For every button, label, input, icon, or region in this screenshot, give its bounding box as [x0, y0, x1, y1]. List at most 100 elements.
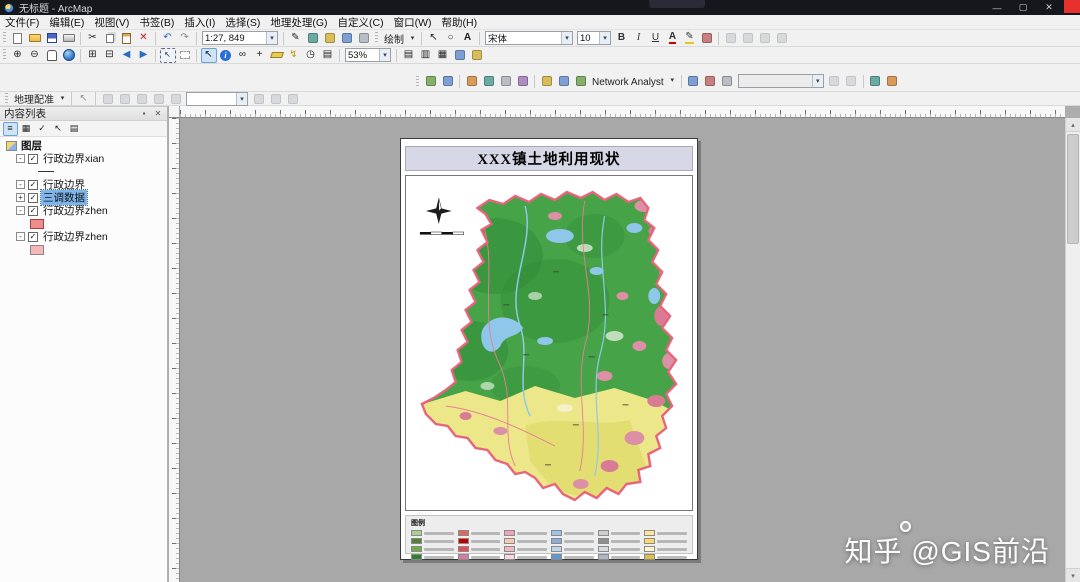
font-family-input[interactable]: [488, 32, 559, 44]
toggle-draft-mode-icon[interactable]: ▦: [435, 48, 451, 63]
menu-customize[interactable]: 自定义(C): [333, 15, 389, 30]
open-folder-icon[interactable]: [27, 31, 43, 46]
zoom-whole-page-icon[interactable]: ▤: [401, 48, 417, 63]
draw-toolbar-label[interactable]: 绘制: [381, 31, 407, 46]
georef-tool-icon[interactable]: [100, 91, 116, 106]
georef-layer-combo[interactable]: ▾: [186, 91, 248, 106]
chevron-down-icon[interactable]: ▾: [561, 32, 572, 44]
identify-icon[interactable]: i: [218, 48, 234, 63]
analysis-tool-icon[interactable]: [440, 73, 456, 88]
order-tool-icon[interactable]: [774, 31, 790, 46]
save-icon[interactable]: [44, 31, 60, 46]
pan-icon[interactable]: [44, 48, 60, 63]
font-size-combo[interactable]: ▾: [577, 31, 611, 45]
analysis-tool-icon[interactable]: [867, 73, 883, 88]
network-tool-icon[interactable]: [719, 73, 735, 88]
layer-checkbox[interactable]: ✓: [28, 192, 38, 203]
menu-help[interactable]: 帮助(H): [437, 15, 483, 30]
network-tool-icon[interactable]: [843, 73, 859, 88]
back-extent-icon[interactable]: ◀: [119, 48, 135, 63]
georef-tool-icon[interactable]: [168, 91, 184, 106]
network-tool-icon[interactable]: [702, 73, 718, 88]
viewer-window-icon[interactable]: ▤: [320, 48, 336, 63]
toc-layer-row[interactable]: - ✓ 行政边界zhen: [0, 204, 167, 217]
network-dataset-input[interactable]: [740, 75, 810, 87]
attributes-tool-icon[interactable]: [339, 31, 355, 46]
chevron-down-icon[interactable]: ▾: [408, 31, 418, 46]
align-tool-icon[interactable]: [723, 31, 739, 46]
sketch-tool-icon[interactable]: [356, 31, 372, 46]
chevron-down-icon[interactable]: ▾: [266, 32, 277, 44]
layer-symbol-row[interactable]: [0, 243, 167, 256]
list-by-visibility-icon[interactable]: ✓: [35, 122, 50, 136]
font-size-input[interactable]: [580, 32, 597, 44]
scrollbar-thumb[interactable]: [1067, 134, 1079, 244]
editor-tool-icon[interactable]: [305, 31, 321, 46]
toc-layer-row[interactable]: - ✓ 行政边界xian: [0, 152, 167, 165]
analysis-tool-icon[interactable]: [573, 73, 589, 88]
analysis-tool-icon[interactable]: [423, 73, 439, 88]
delete-icon[interactable]: ✕: [136, 31, 152, 46]
panel-close-icon[interactable]: ✕: [151, 108, 165, 120]
list-by-drawing-order-icon[interactable]: ≡: [2, 121, 18, 136]
analysis-tool-icon[interactable]: [481, 73, 497, 88]
menu-edit[interactable]: 编辑(E): [44, 15, 89, 30]
close-button[interactable]: ✕: [1036, 0, 1062, 15]
chevron-down-icon[interactable]: ▾: [379, 49, 390, 61]
menu-window[interactable]: 窗口(W): [389, 15, 437, 30]
list-by-source-icon[interactable]: ▦: [19, 122, 34, 136]
minimize-button[interactable]: —: [984, 0, 1010, 15]
change-layout-icon[interactable]: [469, 48, 485, 63]
chevron-down-icon[interactable]: ▾: [667, 73, 677, 88]
paste-icon[interactable]: [119, 31, 135, 46]
find-icon[interactable]: ∞: [235, 48, 251, 63]
layout-zoom-input[interactable]: [348, 49, 377, 61]
network-dataset-combo[interactable]: ▾: [737, 74, 824, 88]
new-document-icon[interactable]: [10, 31, 26, 46]
layout-page[interactable]: XXX镇土地利用现状 图例: [400, 138, 698, 560]
go-to-xy-icon[interactable]: +: [252, 48, 268, 63]
print-icon[interactable]: [61, 31, 77, 46]
italic-button[interactable]: I: [631, 31, 647, 46]
toc-root-label[interactable]: 图层: [21, 138, 42, 153]
map-scale-input[interactable]: [205, 32, 264, 44]
map-scale-combo[interactable]: ▾: [202, 31, 278, 45]
layer-label[interactable]: 行政边界zhen: [41, 203, 110, 218]
layout-zoom-combo[interactable]: ▾: [345, 48, 391, 62]
add-control-points-icon[interactable]: ↖: [76, 91, 92, 106]
measure-icon[interactable]: [269, 48, 285, 63]
select-features-icon[interactable]: ↖: [159, 47, 176, 63]
analysis-tool-icon[interactable]: [556, 73, 572, 88]
fill-symbol[interactable]: [30, 218, 44, 229]
layer-checkbox[interactable]: ✓: [28, 205, 38, 216]
chevron-down-icon[interactable]: ▾: [236, 92, 247, 105]
collapse-icon[interactable]: -: [16, 154, 25, 163]
analysis-tool-icon[interactable]: [464, 73, 480, 88]
bold-button[interactable]: B: [614, 31, 630, 46]
chevron-down-icon[interactable]: ▾: [599, 32, 610, 44]
chevron-down-icon[interactable]: ▾: [811, 75, 823, 87]
menu-selection[interactable]: 选择(S): [220, 15, 265, 30]
time-slider-icon[interactable]: ◷: [303, 48, 319, 63]
toc-options-icon[interactable]: ▤: [67, 122, 82, 136]
fixed-zoom-out-icon[interactable]: ⊟: [102, 48, 118, 63]
fill-symbol[interactable]: [30, 244, 44, 255]
expand-icon[interactable]: +: [16, 193, 25, 202]
layer-checkbox[interactable]: ✓: [28, 179, 38, 190]
network-tool-icon[interactable]: [685, 73, 701, 88]
analysis-tool-icon[interactable]: [498, 73, 514, 88]
layout-canvas[interactable]: XXX镇土地利用现状 图例: [180, 118, 1065, 582]
layer-label[interactable]: 行政边界zhen: [41, 229, 110, 244]
georef-layer-input[interactable]: [189, 92, 234, 105]
distribute-tool-icon[interactable]: [740, 31, 756, 46]
analysis-tool-icon[interactable]: [539, 73, 555, 88]
georef-tool-icon[interactable]: [151, 91, 167, 106]
map-legend[interactable]: 图例: [405, 515, 693, 560]
line-symbol[interactable]: [38, 171, 54, 172]
highlight-pen-button[interactable]: ✎: [682, 31, 698, 46]
cut-icon[interactable]: ✂: [85, 31, 101, 46]
map-data-frame[interactable]: [405, 175, 693, 511]
shape-tool-icon[interactable]: ○: [443, 31, 459, 46]
forward-extent-icon[interactable]: ▶: [136, 48, 152, 63]
undo-icon[interactable]: ↶: [160, 31, 176, 46]
